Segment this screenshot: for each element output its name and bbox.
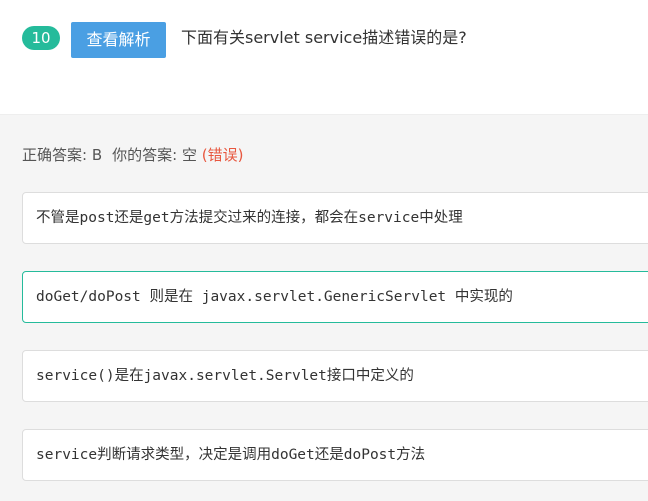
answer-result: 正确答案: B 你的答案: 空 (错误)	[22, 144, 243, 166]
answer-status-wrong: (错误)	[201, 146, 244, 164]
question-title: 下面有关servlet service描述错误的是?	[181, 28, 467, 47]
your-answer-label: 你的答案: 空	[112, 146, 197, 164]
answer-option-d[interactable]: service判断请求类型，决定是调用doGet还是doPost方法	[22, 429, 648, 481]
answer-option-b[interactable]: doGet/doPost 则是在 javax.servlet.GenericSe…	[22, 271, 648, 323]
answer-option-a[interactable]: 不管是post还是get方法提交过来的连接，都会在service中处理	[22, 192, 648, 244]
answer-option-c[interactable]: service()是在javax.servlet.Servlet接口中定义的	[22, 350, 648, 402]
question-number-badge: 10	[22, 26, 60, 50]
view-analysis-button[interactable]: 查看解析	[71, 22, 166, 58]
correct-answer-label: 正确答案: B	[22, 146, 103, 164]
question-header: 10 查看解析 下面有关servlet service描述错误的是?	[0, 0, 648, 115]
